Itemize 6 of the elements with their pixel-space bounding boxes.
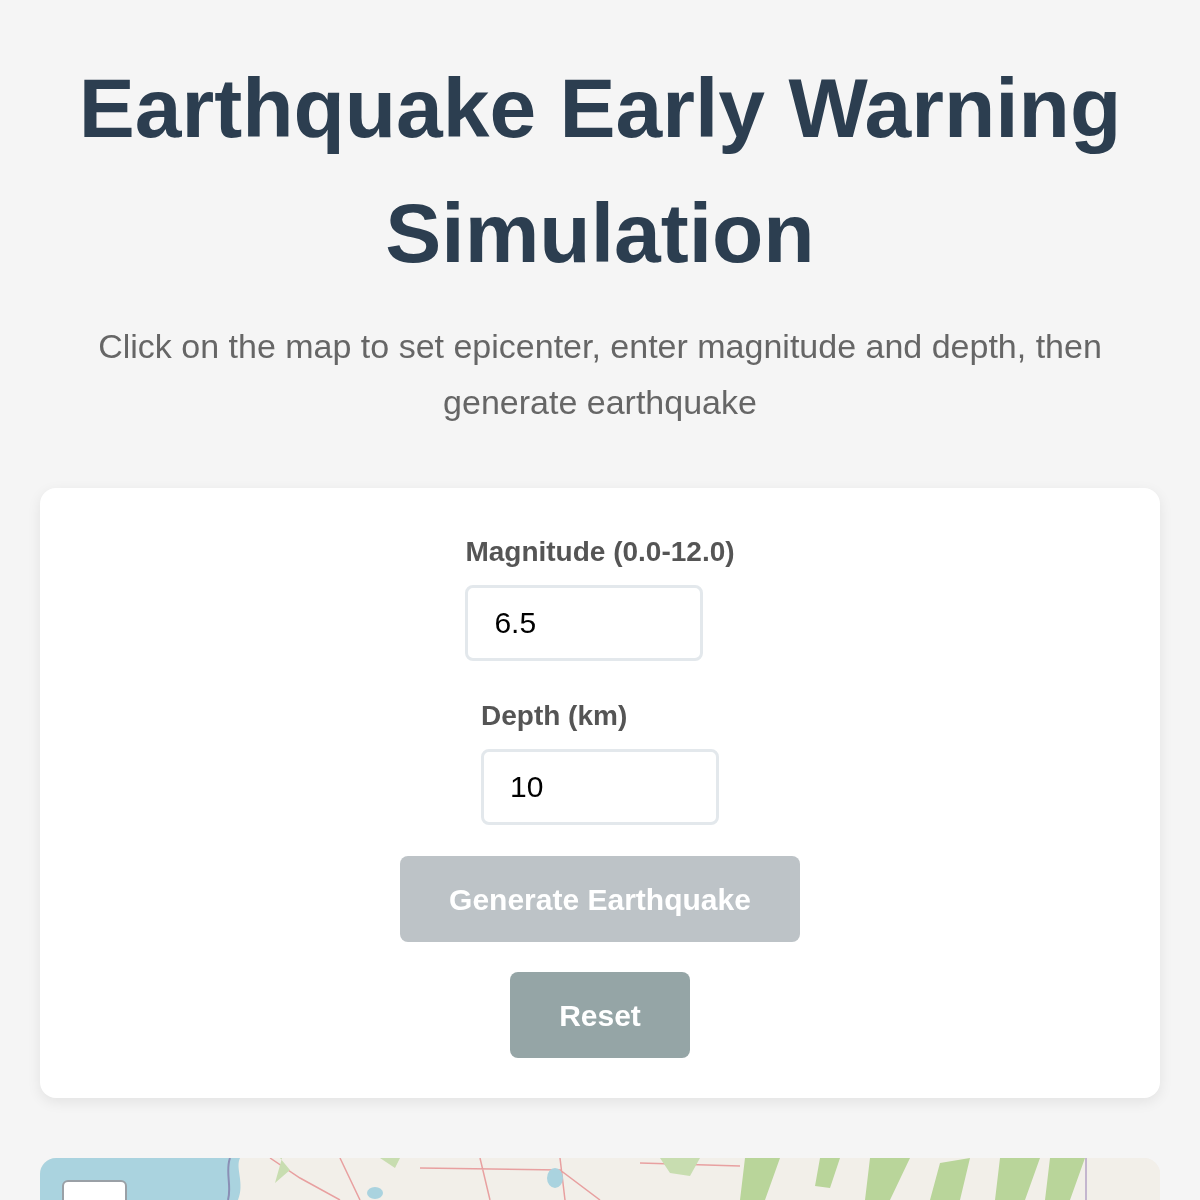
instructions-text: Click on the map to set epicenter, enter magnitude and depth, then generate earthquake <box>97 326 1103 423</box>
input-field[interactable]: 6.5 <box>465 585 704 661</box>
page-title: Earthquake Early Warning Simulation <box>77 60 1123 282</box>
input-field[interactable]: 10 <box>481 749 719 825</box>
field-label: Magnitude (0.0-12.0) <box>465 535 735 569</box>
field-label: Depth (km) <box>481 699 628 733</box>
